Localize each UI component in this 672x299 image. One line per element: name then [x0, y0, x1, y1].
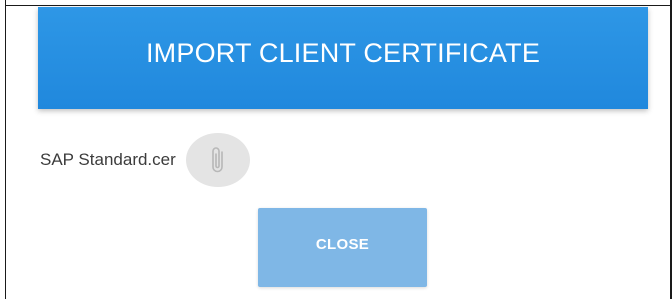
window-top-border: [0, 0, 672, 6]
attach-file-button[interactable]: [185, 133, 250, 187]
window-left-border: [0, 0, 6, 299]
selected-file-row: SAP Standard.cer: [40, 132, 250, 188]
selected-file-name: SAP Standard.cer: [40, 150, 176, 169]
dialog-title: IMPORT CLIENT CERTIFICATE: [145, 37, 541, 68]
close-button[interactable]: CLOSE: [258, 208, 427, 287]
dialog-header: IMPORT CLIENT CERTIFICATE: [38, 7, 648, 109]
paperclip-icon: [209, 144, 227, 176]
